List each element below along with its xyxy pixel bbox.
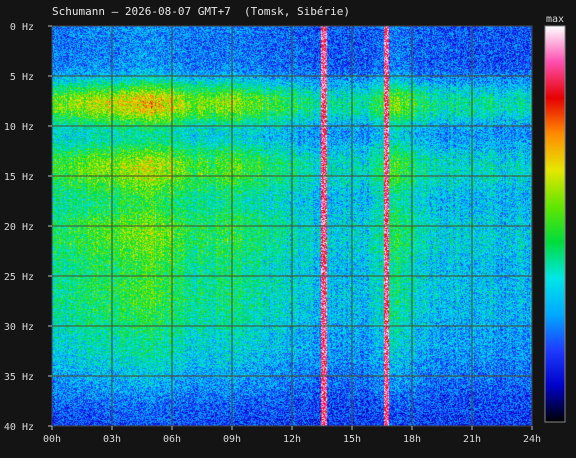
chart-stage: Schumann — 2026-08-07 GMT+7 (Tomsk, Sibé… xyxy=(0,0,576,458)
x-tick-label: 03h xyxy=(103,434,121,445)
y-tick-label: 35 Hz xyxy=(4,372,34,383)
y-tick-label: 15 Hz xyxy=(4,172,34,183)
y-tick-label: 5 Hz xyxy=(10,72,34,83)
colorbar xyxy=(544,25,566,423)
x-tick-label: 00h xyxy=(43,434,61,445)
x-tick-label: 21h xyxy=(463,434,481,445)
x-tick-label: 24h xyxy=(523,434,541,445)
x-tick-label: 12h xyxy=(283,434,301,445)
y-tick-label: 20 Hz xyxy=(4,222,34,233)
y-tick-label: 25 Hz xyxy=(4,272,34,283)
colorbar-label: max xyxy=(546,14,564,25)
x-tick-label: 06h xyxy=(163,434,181,445)
x-tick-label: 09h xyxy=(223,434,241,445)
y-tick-label: 40 Hz xyxy=(4,422,34,433)
spectrogram-svg: 00h 03h 06h 09h 12h 15h 18h 21h 24h 0 Hz 5 Hz 10 Hz… xyxy=(4,14,566,445)
y-tick-label: 0 Hz xyxy=(10,22,34,33)
x-tick-label: 18h xyxy=(403,434,421,445)
y-tick-label: 10 Hz xyxy=(4,122,34,133)
y-tick-label: 30 Hz xyxy=(4,322,34,333)
x-tick-label: 15h xyxy=(343,434,361,445)
